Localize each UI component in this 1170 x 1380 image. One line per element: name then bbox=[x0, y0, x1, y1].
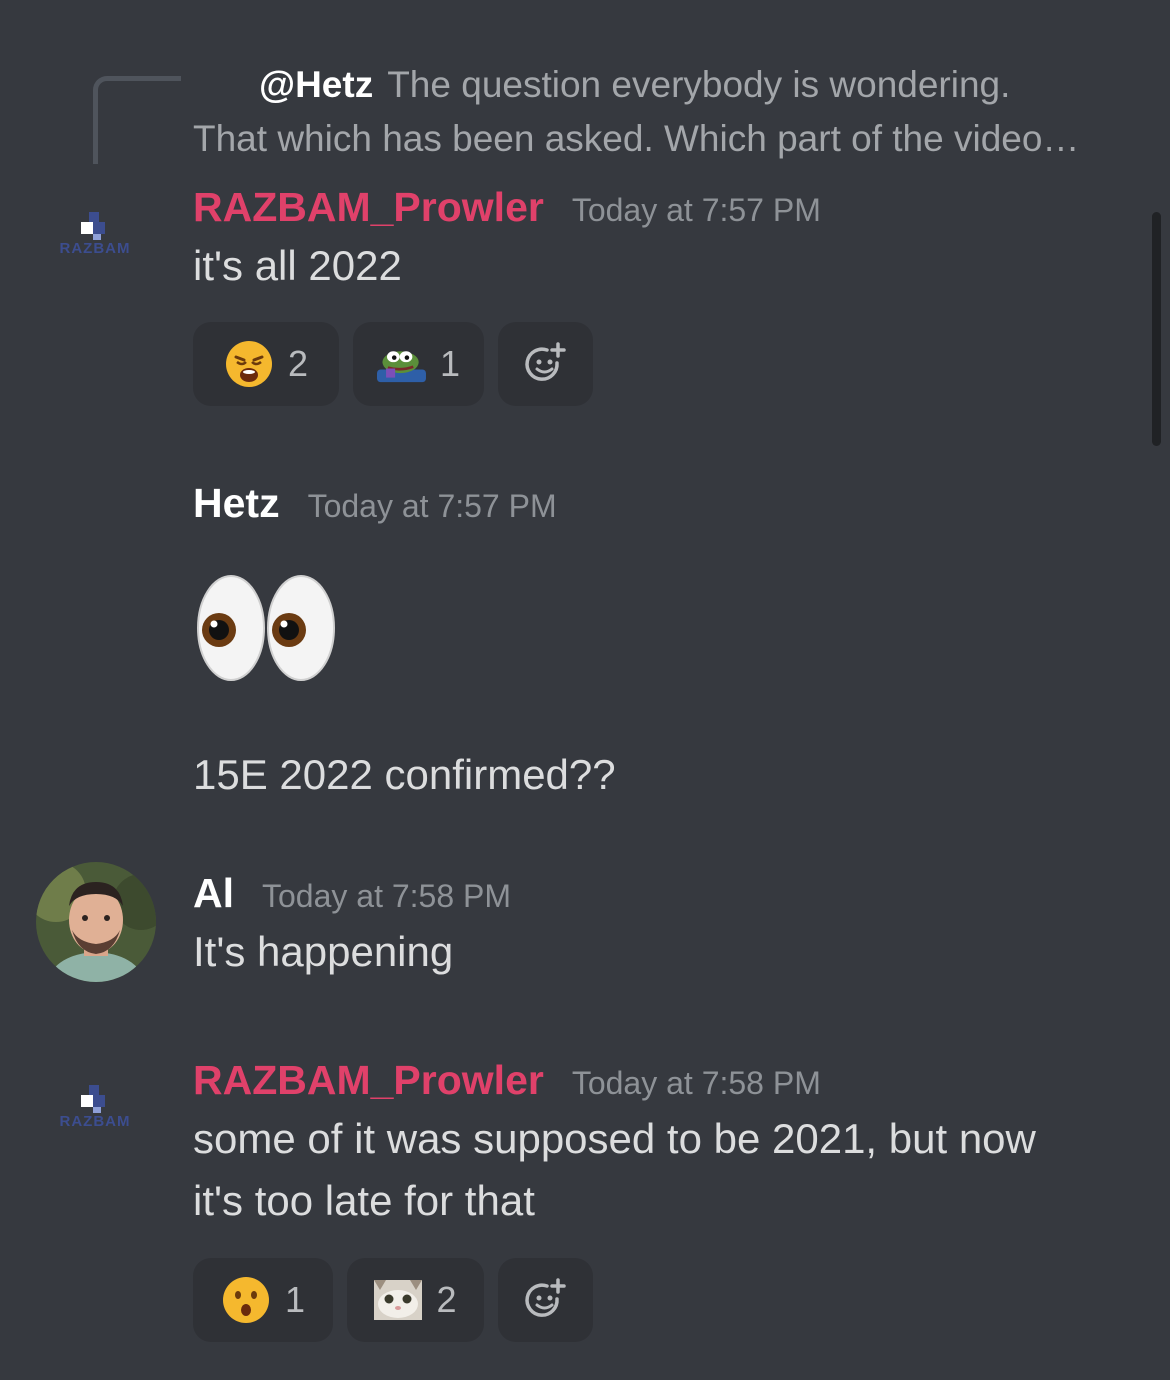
add-reaction-button[interactable] bbox=[498, 322, 593, 406]
reaction-pepe[interactable]: 1 bbox=[353, 322, 484, 406]
reply-preview[interactable]: @Hetz The question everybody is wondering… bbox=[193, 58, 1138, 166]
message-timestamp: Today at 7:57 PM bbox=[571, 192, 821, 228]
razbam-logo-icon bbox=[81, 1085, 105, 1113]
message-text: 15E 2022 confirmed?? bbox=[193, 751, 616, 798]
razbam-logo-icon bbox=[81, 212, 105, 240]
reaction-weary[interactable]: 2 bbox=[193, 322, 339, 406]
message: Hetz Today at 7:57 PM bbox=[193, 480, 557, 527]
reaction-hushed[interactable]: 1 bbox=[193, 1258, 333, 1342]
message-text: it's all 2022 bbox=[193, 242, 402, 289]
pepe-frog-icon bbox=[377, 351, 426, 383]
add-reaction-icon bbox=[524, 342, 566, 381]
avatar-logo-text: RAZBAM bbox=[59, 240, 131, 257]
message: RAZBAM_Prowler Today at 7:58 PM some of … bbox=[193, 1057, 1036, 1232]
message-author[interactable]: RAZBAM_Prowler bbox=[193, 1057, 544, 1104]
add-reaction-icon bbox=[524, 1278, 566, 1317]
cat-face-icon bbox=[374, 1280, 423, 1320]
reaction-count: 2 bbox=[287, 343, 309, 384]
avatar-logo-text: RAZBAM bbox=[59, 1113, 131, 1130]
message-text: It's happening bbox=[193, 928, 454, 975]
message: RAZBAM_Prowler Today at 7:57 PM it's all… bbox=[193, 184, 821, 297]
reply-connector bbox=[93, 76, 181, 164]
scrollbar-thumb[interactable] bbox=[1152, 212, 1161, 446]
message-timestamp: Today at 7:58 PM bbox=[571, 1065, 821, 1101]
message-text-line: it's too late for that bbox=[193, 1177, 535, 1224]
avatar-razbam[interactable]: RAZBAM bbox=[50, 212, 150, 272]
reaction-bar: 2 1 bbox=[193, 322, 593, 406]
message-timestamp: Today at 7:58 PM bbox=[262, 878, 512, 914]
reaction-cat[interactable]: 2 bbox=[347, 1258, 484, 1342]
message-author[interactable]: RAZBAM_Prowler bbox=[193, 184, 544, 231]
message-text-line: some of it was supposed to be 2021, but … bbox=[193, 1115, 1036, 1162]
eyes-emoji-icon bbox=[197, 575, 335, 681]
message: Al Today at 7:58 PM It's happening bbox=[193, 870, 511, 983]
add-reaction-button[interactable] bbox=[498, 1258, 593, 1342]
reaction-bar: 1 2 bbox=[193, 1258, 593, 1342]
reaction-count: 2 bbox=[436, 1279, 457, 1320]
hushed-face-icon bbox=[222, 1277, 269, 1323]
avatar-al[interactable] bbox=[36, 862, 156, 982]
message-author[interactable]: Al bbox=[193, 870, 234, 917]
user-photo-avatar bbox=[36, 862, 156, 982]
reply-text-line2: That which has been asked. Which part of… bbox=[193, 118, 1080, 159]
message-continued: 15E 2022 confirmed?? bbox=[193, 740, 616, 806]
message-timestamp: Today at 7:57 PM bbox=[307, 488, 557, 524]
reply-text-line1: The question everybody is wondering. bbox=[387, 64, 1011, 105]
message-author[interactable]: Hetz bbox=[193, 480, 280, 527]
chat-messages: @Hetz The question everybody is wondering… bbox=[0, 0, 1170, 1380]
reply-mention[interactable]: @Hetz bbox=[259, 64, 373, 105]
reaction-count: 1 bbox=[284, 1279, 306, 1320]
reaction-count: 1 bbox=[439, 343, 460, 384]
avatar-razbam[interactable]: RAZBAM bbox=[50, 1085, 150, 1145]
weary-face-icon bbox=[225, 341, 272, 387]
